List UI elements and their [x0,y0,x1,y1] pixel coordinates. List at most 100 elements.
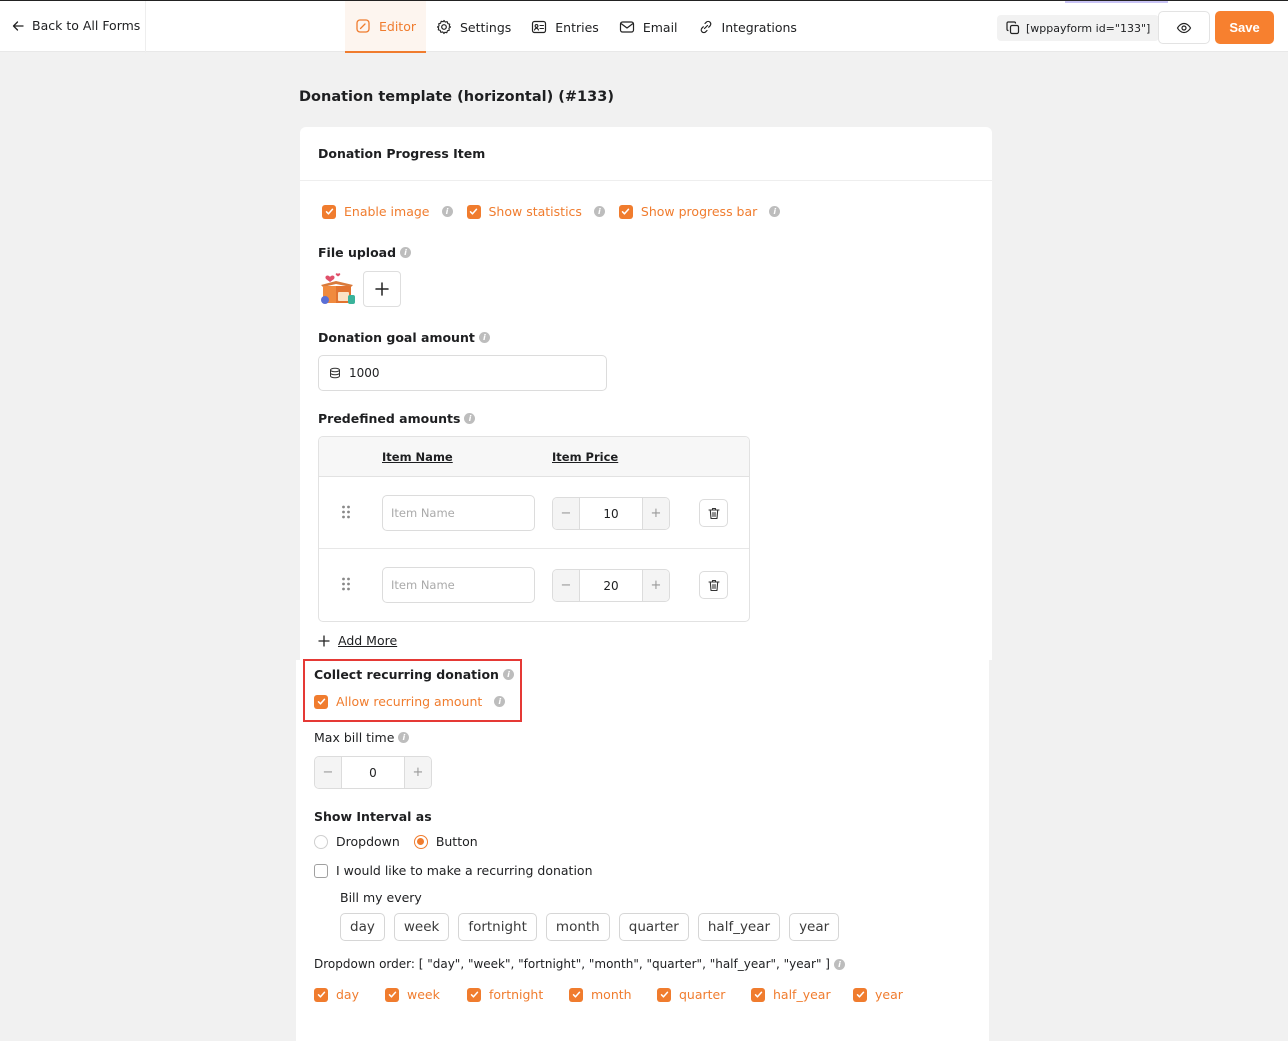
goal-amount-input[interactable]: 1000 [318,355,607,391]
plus-icon [318,634,330,647]
interval-button[interactable]: month [545,913,610,941]
table-header: Item Name Item Price [319,437,749,477]
drag-handle-icon[interactable] [341,505,351,519]
interval-button[interactable]: year [789,913,840,941]
donation-progress-card: Donation Progress Item Enable image i Sho… [300,127,992,660]
option-label: day [336,987,359,1002]
save-button[interactable]: Save [1215,11,1274,44]
max-bill-time-stepper: − 0 + [314,756,432,789]
tab-integrations[interactable]: Integrations [688,1,807,53]
dropdown-order-options: day week fortnight month quarter half_ye… [314,987,913,1002]
interval-button[interactable]: fortnight [458,913,537,941]
decrement-button[interactable]: − [315,757,341,788]
column-header-item-price[interactable]: Item Price [552,450,618,464]
predefined-amounts-label: Predefined amounts i [318,411,476,426]
checkbox-checked[interactable] [853,987,867,1002]
max-bill-time-value[interactable]: 0 [341,757,405,788]
enable-image-checkbox[interactable]: Enable image i [322,204,453,219]
dropdown-order-label: Dropdown order: [ "day", "week", "fortni… [314,957,845,971]
order-option-checkbox[interactable]: year [853,987,913,1002]
delete-row-button[interactable] [699,499,728,527]
checkbox-checked[interactable] [314,987,328,1002]
radio-unselected[interactable] [314,834,328,849]
checkbox-checked[interactable] [466,204,481,219]
gear-icon [436,19,452,35]
entries-icon [532,20,547,34]
decrement-button[interactable]: − [553,570,579,601]
option-label: fortnight [489,987,544,1002]
info-icon: i [833,958,845,970]
option-label: half_year [773,987,831,1002]
increment-button[interactable]: + [643,570,669,601]
decrement-button[interactable]: − [553,498,579,529]
progress-options: Enable image i Show statistics i Show prog… [322,204,781,219]
show-progress-bar-checkbox[interactable]: Show progress bar i [618,204,781,219]
checkbox-unchecked[interactable] [314,863,328,878]
card-title: Donation Progress Item [300,127,992,181]
tab-label: Entries [555,19,599,35]
shortcode-copy[interactable]: [wppayform id="133"] [997,15,1160,41]
table-row: Item Name − 10 + [319,477,749,549]
checkbox-checked[interactable] [618,204,633,219]
info-icon: i [593,206,605,217]
tab-email[interactable]: Email [609,1,688,53]
preview-button[interactable] [1158,11,1210,44]
add-more-button[interactable]: Add More [318,633,397,648]
checkbox-checked[interactable] [751,987,765,1002]
item-name-input[interactable]: Item Name [382,495,535,531]
checkbox-checked[interactable] [657,987,671,1002]
top-bar: Back to All Forms Editor Settings Entrie… [0,0,1288,53]
order-option-checkbox[interactable]: week [385,987,467,1002]
option-label: Show statistics [488,204,582,219]
table-row: Item Name − 20 + [319,549,749,621]
page-title: Donation template (horizontal) (#133) [299,89,614,105]
recurring-donation-checkbox[interactable]: I would like to make a recurring donatio… [314,863,593,878]
add-image-button[interactable] [363,271,401,307]
order-option-checkbox[interactable]: half_year [751,987,853,1002]
interval-button[interactable]: week [393,913,450,941]
tab-entries[interactable]: Entries [521,1,609,53]
tab-settings[interactable]: Settings [426,1,521,53]
goal-amount-label: Donation goal amount i [318,330,490,345]
item-price-value[interactable]: 10 [579,498,643,529]
interval-button[interactable]: day [340,913,385,941]
uploaded-image-thumbnail[interactable] [318,271,356,307]
interval-button[interactable]: half_year [697,913,781,941]
increment-button[interactable]: + [643,498,669,529]
radio-selected[interactable] [413,834,428,849]
back-to-forms-link[interactable]: Back to All Forms [12,18,140,33]
check-icon [754,991,762,998]
option-label: Show progress bar [640,204,758,219]
tab-editor[interactable]: Editor [345,1,426,53]
drag-handle-icon[interactable] [341,577,351,591]
option-label: Enable image [344,204,430,219]
option-label: year [875,987,903,1002]
item-name-input[interactable]: Item Name [382,567,535,603]
interval-button[interactable]: quarter [618,913,689,941]
item-price-value[interactable]: 20 [579,570,643,601]
interval-buttons: day week fortnight month quarter half_ye… [340,913,840,941]
order-option-checkbox[interactable]: fortnight [467,987,569,1002]
tab-label: Integrations [721,19,797,35]
column-header-item-name[interactable]: Item Name [382,450,453,464]
checkbox-checked[interactable] [569,987,583,1002]
radio-dropdown[interactable]: Dropdown [314,834,400,849]
checkbox-checked[interactable] [385,987,399,1002]
radio-button[interactable]: Button [413,834,478,849]
order-option-checkbox[interactable]: day [314,987,385,1002]
info-icon: i [478,332,490,343]
editor-icon [356,19,370,33]
delete-row-button[interactable] [699,571,728,599]
check-icon [388,991,396,998]
checkbox-checked[interactable] [467,987,481,1002]
show-statistics-checkbox[interactable]: Show statistics i [466,204,605,219]
predefined-amounts-table: Item Name Item Price Item Name − 10 + It… [318,436,750,622]
max-bill-time-label: Max bill time i [314,730,410,745]
increment-button[interactable]: + [405,757,431,788]
label-text: Dropdown order: [ "day", "week", "fortni… [314,957,830,971]
checkbox-checked[interactable] [322,204,336,219]
check-icon [856,991,864,998]
order-option-checkbox[interactable]: quarter [657,987,751,1002]
shortcode-text: [wppayform id="133"] [1026,21,1151,35]
order-option-checkbox[interactable]: month [569,987,657,1002]
